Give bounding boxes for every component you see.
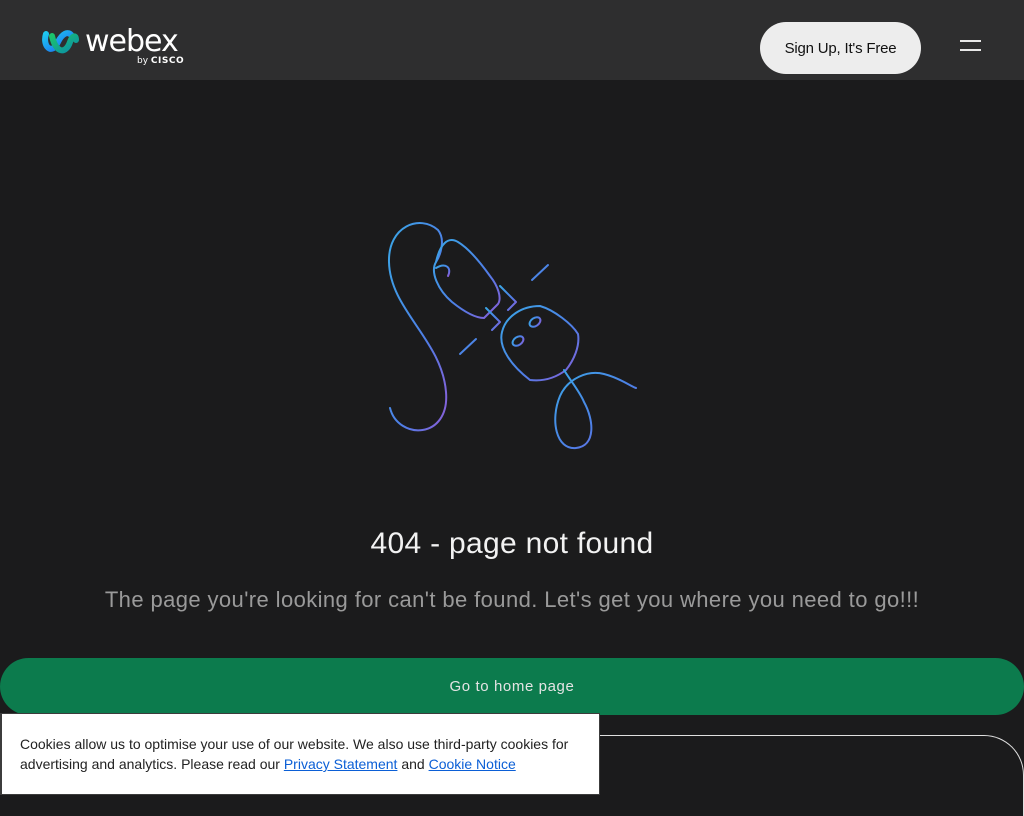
privacy-statement-link[interactable]: Privacy Statement — [284, 756, 398, 772]
signup-button[interactable]: Sign Up, It's Free — [760, 22, 921, 74]
logo-wordmark: webex — [85, 24, 179, 59]
page-title: 404 - page not found — [370, 527, 654, 560]
page-subtitle: The page you're looking for can't be fou… — [104, 587, 920, 612]
unplugged-cable-icon — [387, 222, 637, 450]
go-home-button[interactable]: Go to home page — [0, 658, 1024, 715]
cookie-notice-link[interactable]: Cookie Notice — [429, 756, 516, 772]
hamburger-menu-icon[interactable] — [960, 40, 982, 52]
webex-logo[interactable]: webex by CISCO — [42, 24, 192, 70]
secondary-button[interactable] — [560, 735, 1024, 816]
site-header: webex by CISCO Sign Up, It's Free — [0, 0, 1024, 80]
webex-logo-mark-icon — [42, 30, 79, 54]
cookie-banner: Cookies allow us to optimise your use of… — [0, 713, 600, 795]
logo-byline: by CISCO — [137, 56, 185, 66]
cookie-banner-text: Cookies allow us to optimise your use of… — [20, 736, 569, 772]
